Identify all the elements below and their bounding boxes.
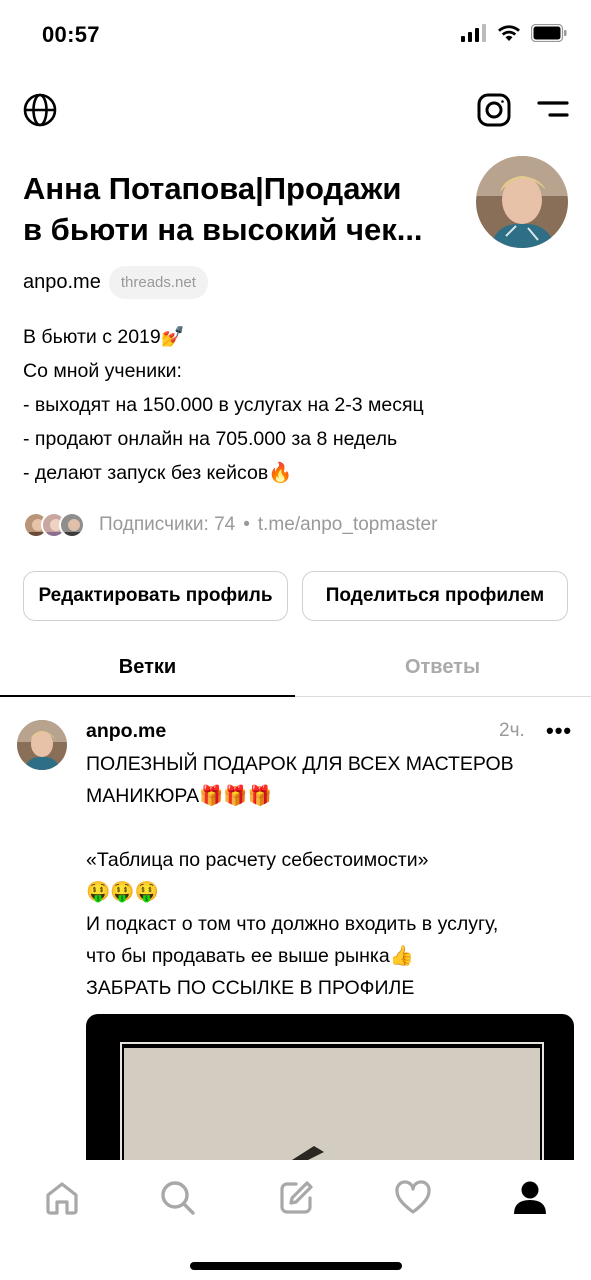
username: anpo.me	[23, 271, 101, 293]
heart-icon[interactable]	[393, 1178, 433, 1218]
post-text-line: ЗАБРАТЬ ПО ССЫЛКЕ В ПРОФИЛЕ	[86, 977, 415, 999]
status-time: 00:57	[42, 22, 100, 47]
tab-replies[interactable]: Ответы	[295, 656, 590, 679]
post-text-line: ПОЛЕЗНЫЙ ПОДАРОК ДЛЯ ВСЕХ МАСТЕРОВ	[86, 753, 514, 775]
bio-line: В бьюти с 2019💅	[23, 326, 186, 348]
profile-name: Анна Потапова|Продажи в бьюти на высокий…	[23, 171, 423, 247]
post-text-line: И подкаст о том что должно входить в усл…	[86, 913, 499, 935]
top-nav	[0, 88, 591, 134]
menu-icon[interactable]	[536, 94, 570, 124]
home-icon[interactable]	[42, 1178, 82, 1218]
post-text-line: МАНИКЮРА🎁🎁🎁	[86, 785, 272, 807]
post-author-avatar[interactable]	[17, 720, 67, 770]
post-image[interactable]	[86, 1014, 574, 1174]
profile-icon[interactable]	[510, 1178, 550, 1218]
cellular-signal-icon	[461, 24, 486, 42]
bio-line: - продают онлайн на 705.000 за 8 недель	[23, 428, 398, 450]
followers-row: Подписчики: 74 • t.me/anpo_topmaster	[23, 512, 437, 538]
profile-actions: Редактировать профиль Поделиться профиле…	[23, 571, 568, 621]
image-photo	[124, 1048, 540, 1174]
globe-icon[interactable]	[22, 92, 58, 128]
share-profile-button[interactable]: Поделиться профилем	[302, 571, 568, 621]
separator-dot: •	[243, 514, 250, 535]
follower-avatar	[59, 512, 85, 538]
domain-badge[interactable]: threads.net	[108, 266, 208, 299]
compose-icon[interactable]	[276, 1178, 316, 1218]
follower-avatars[interactable]	[23, 512, 85, 538]
home-indicator	[190, 1262, 402, 1270]
tab-threads[interactable]: Ветки	[0, 656, 295, 679]
followers-count[interactable]: Подписчики: 74	[99, 514, 235, 536]
profile-link[interactable]: t.me/anpo_topmaster	[258, 514, 438, 536]
post-time: 2ч.	[499, 720, 525, 741]
profile-tabs: Ветки Ответы	[0, 640, 591, 697]
post-text-line: что бы продавать ее выше рынка👍	[86, 945, 414, 967]
bio-line: Со мной ученики:	[23, 360, 182, 382]
edit-profile-button[interactable]: Редактировать профиль	[23, 571, 288, 621]
wifi-icon	[498, 25, 520, 41]
battery-icon	[531, 24, 567, 42]
profile-bio: В бьюти с 2019💅 Со мной ученики: - выход…	[23, 320, 563, 490]
post-text-line	[86, 812, 576, 844]
post-text-line: «Таблица по расчету себестоимости»	[86, 849, 429, 871]
username-row: anpo.me threads.net	[23, 266, 208, 299]
instagram-icon[interactable]	[476, 92, 512, 128]
post-author[interactable]: anpo.me	[86, 720, 166, 743]
bio-line: - выходят на 150.000 в услугах на 2-3 ме…	[23, 394, 424, 416]
more-options-icon[interactable]: •••	[546, 718, 572, 744]
active-tab-indicator	[0, 695, 295, 697]
search-icon[interactable]	[158, 1178, 198, 1218]
post-text: ПОЛЕЗНЫЙ ПОДАРОК ДЛЯ ВСЕХ МАСТЕРОВ МАНИК…	[86, 748, 576, 1004]
profile-avatar[interactable]	[476, 156, 568, 248]
status-icons	[461, 24, 567, 42]
post-text-line: 🤑🤑🤑	[86, 881, 159, 903]
bio-line: - делают запуск без кейсов🔥	[23, 462, 293, 484]
status-bar: 00:57	[0, 0, 591, 72]
